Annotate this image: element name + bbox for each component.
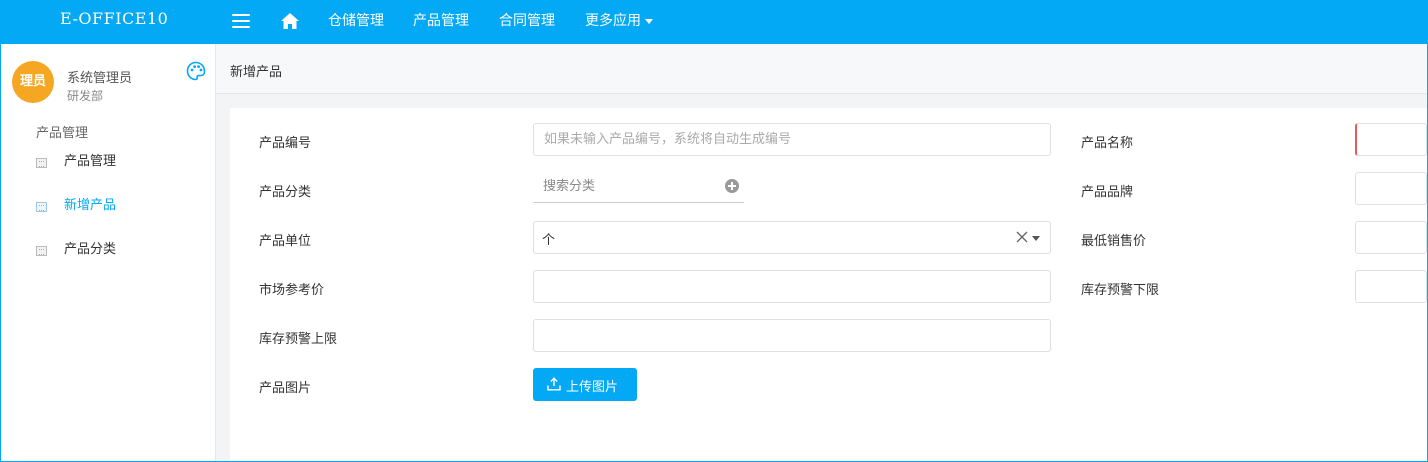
avatar[interactable]: 理员 — [12, 61, 54, 103]
caret-down-icon — [645, 18, 653, 24]
user-name: 系统管理员 — [67, 71, 133, 86]
sidebar-item-label: 产品管理 — [64, 154, 117, 169]
min-price-label: 最低销售价 — [1081, 234, 1147, 249]
category-search-input[interactable] — [533, 170, 744, 202]
sidebar: 理员 系统管理员 研发部 产品管理 产品管理 新增产品 产品分类 — [1, 44, 216, 461]
product-image-label: 产品图片 — [259, 381, 312, 396]
palette-icon[interactable] — [186, 61, 206, 81]
grid-icon — [36, 158, 47, 168]
home-icon[interactable] — [280, 11, 300, 31]
unit-selected-value: 个 — [542, 233, 556, 248]
unit-select[interactable]: 个 — [533, 221, 1051, 254]
stock-low-label: 库存预警下限 — [1081, 283, 1160, 298]
grid-icon — [36, 202, 47, 212]
page-header: 新增产品 — [216, 44, 1427, 94]
stock-high-label: 库存预警上限 — [259, 332, 338, 347]
nav-warehouse[interactable]: 仓储管理 — [328, 0, 384, 44]
product-name-input[interactable] — [1355, 123, 1427, 156]
sidebar-item-label: 新增产品 — [64, 198, 117, 213]
market-price-input[interactable] — [533, 270, 1051, 303]
brand-input[interactable] — [1355, 172, 1427, 205]
product-form: 产品编号 产品名称 产品分类 产品品牌 产品单位 个 最低销售价 市场参考价 库… — [230, 108, 1427, 461]
upload-icon — [547, 377, 561, 391]
sidebar-item-product-management[interactable]: 产品管理 — [1, 147, 215, 177]
main-content: 新增产品 产品编号 产品名称 产品分类 产品品牌 产品单位 个 最低销售价 市场… — [216, 44, 1427, 461]
sidebar-item-label: 产品分类 — [64, 242, 117, 257]
chevron-down-icon — [1032, 236, 1040, 241]
brand-label: 产品品牌 — [1081, 185, 1134, 200]
nav-contracts[interactable]: 合同管理 — [499, 0, 555, 44]
sidebar-item-product-category[interactable]: 产品分类 — [1, 235, 215, 265]
stock-low-input[interactable] — [1355, 270, 1427, 303]
min-price-input[interactable] — [1355, 221, 1427, 254]
product-name-label: 产品名称 — [1081, 136, 1134, 151]
market-price-label: 市场参考价 — [259, 283, 325, 298]
add-circle-icon[interactable] — [725, 179, 739, 193]
product-code-input[interactable] — [533, 123, 1051, 156]
nav-warehouse-label: 仓储管理 — [328, 13, 384, 29]
top-bar: E-OFFICE10 仓储管理 产品管理 合同管理 更多应用 — [0, 0, 1428, 44]
user-department: 研发部 — [67, 89, 104, 103]
product-code-label: 产品编号 — [259, 136, 312, 151]
app-brand: E-OFFICE10 — [60, 9, 169, 28]
unit-label: 产品单位 — [259, 234, 312, 249]
nav-more-apps[interactable]: 更多应用 — [585, 0, 653, 44]
upload-image-button[interactable]: 上传图片 — [533, 368, 637, 401]
sidebar-group-title: 产品管理 — [36, 126, 89, 141]
hamburger-menu-icon[interactable] — [232, 14, 250, 30]
category-label: 产品分类 — [259, 185, 312, 200]
upload-image-label: 上传图片 — [566, 379, 619, 394]
stock-high-input[interactable] — [533, 319, 1051, 352]
nav-products-label: 产品管理 — [413, 13, 469, 29]
page-title: 新增产品 — [230, 65, 283, 80]
nav-more-apps-label: 更多应用 — [585, 13, 641, 29]
grid-icon — [36, 246, 47, 256]
sidebar-item-new-product[interactable]: 新增产品 — [1, 191, 215, 221]
clear-icon[interactable] — [1016, 231, 1028, 243]
nav-products[interactable]: 产品管理 — [413, 0, 469, 44]
category-search — [533, 170, 744, 203]
nav-contracts-label: 合同管理 — [499, 13, 555, 29]
